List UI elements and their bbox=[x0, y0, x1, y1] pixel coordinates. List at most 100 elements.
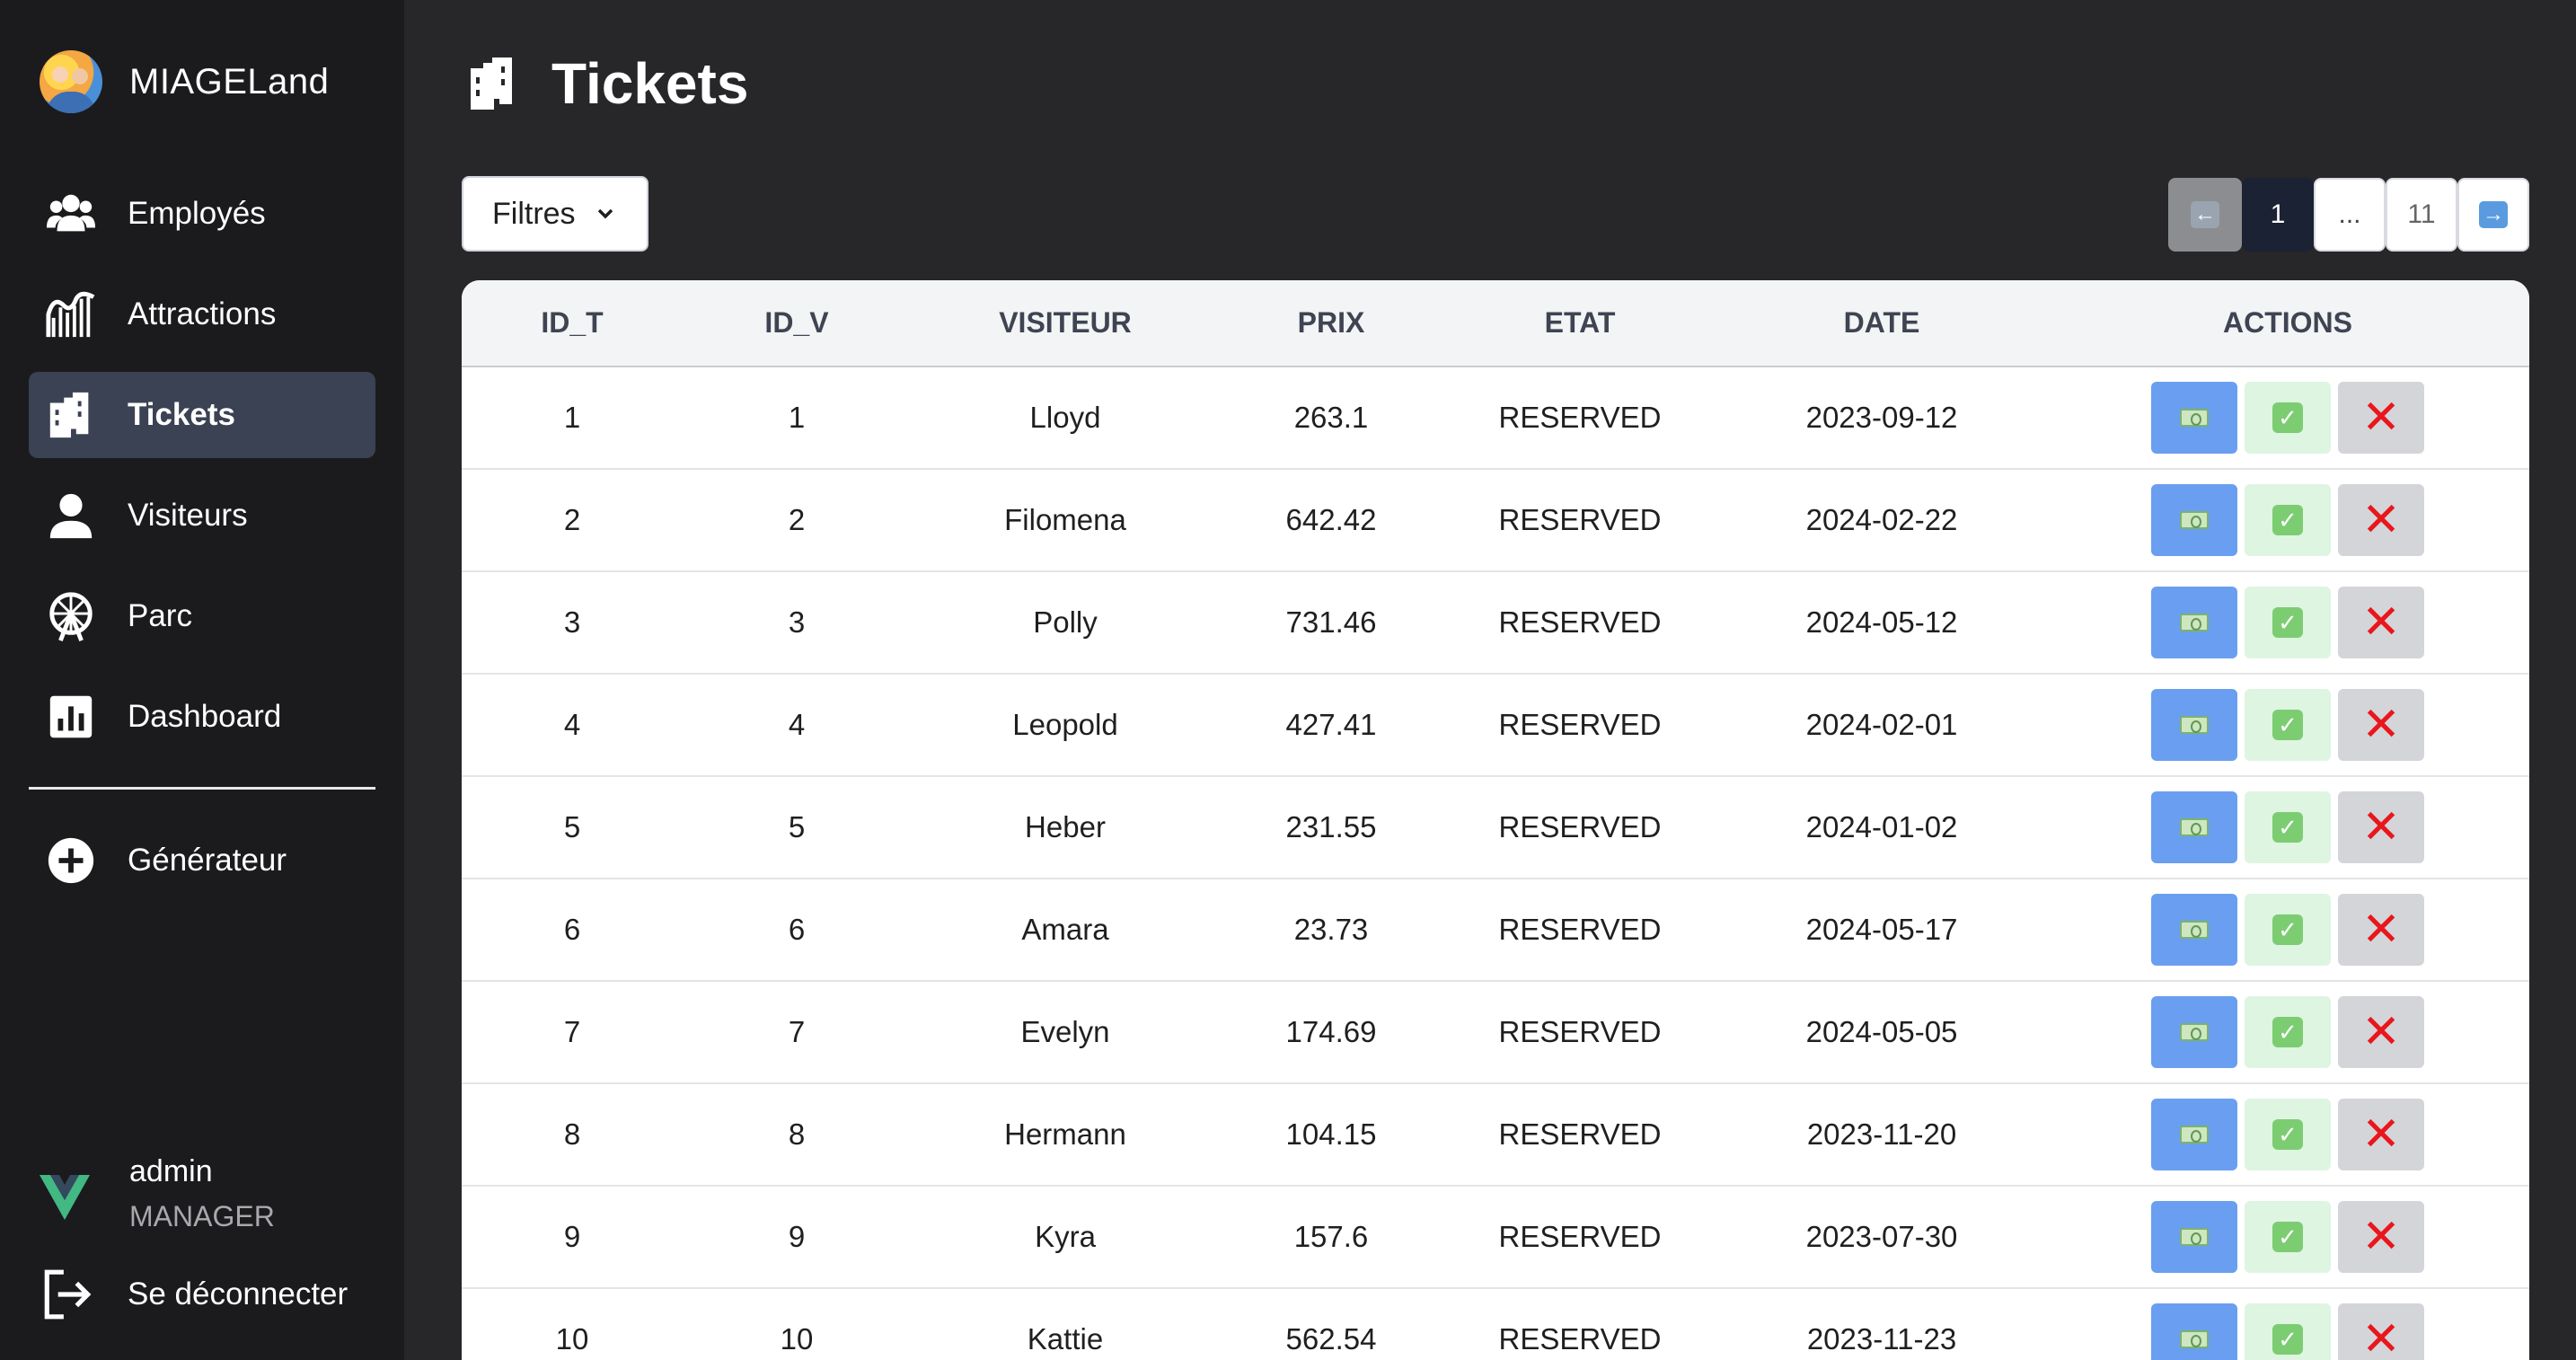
cell-date: 2024-02-22 bbox=[1805, 503, 1958, 536]
cell-prix: 562.54 bbox=[1285, 1322, 1377, 1356]
pay-button[interactable] bbox=[2151, 484, 2237, 556]
cell-visiteur: Filomena bbox=[1004, 503, 1126, 536]
brand-logo bbox=[40, 50, 102, 113]
close-icon: ✕ bbox=[2361, 392, 2401, 444]
cell-date: 2024-01-02 bbox=[1805, 810, 1958, 843]
cancel-button[interactable]: ✕ bbox=[2338, 484, 2424, 556]
cell-visiteur: Hermann bbox=[1004, 1117, 1126, 1151]
validate-button[interactable]: ✓ bbox=[2245, 587, 2331, 658]
validate-button[interactable]: ✓ bbox=[2245, 689, 2331, 761]
pay-button[interactable] bbox=[2151, 1201, 2237, 1273]
money-icon bbox=[2180, 511, 2209, 529]
pagination-page-current[interactable]: 1 bbox=[2242, 178, 2314, 252]
pay-button[interactable] bbox=[2151, 996, 2237, 1068]
cell-etat: RESERVED bbox=[1498, 401, 1662, 434]
logout-label: Se déconnecter bbox=[128, 1276, 348, 1311]
ferris-wheel-icon bbox=[43, 588, 99, 644]
cell-id-t: 1 bbox=[563, 401, 581, 434]
pay-button[interactable] bbox=[2151, 1099, 2237, 1170]
check-icon: ✓ bbox=[2272, 505, 2303, 535]
cell-date: 2024-05-12 bbox=[1805, 605, 1958, 639]
cancel-button[interactable]: ✕ bbox=[2338, 894, 2424, 966]
cancel-button[interactable]: ✕ bbox=[2338, 689, 2424, 761]
cell-visiteur: Kyra bbox=[1035, 1220, 1096, 1253]
sidebar-item-label: Dashboard bbox=[128, 699, 282, 734]
cell-visiteur: Leopold bbox=[1012, 708, 1118, 741]
close-icon: ✕ bbox=[2361, 1006, 2401, 1058]
validate-button[interactable]: ✓ bbox=[2245, 1099, 2331, 1170]
cell-actions: ✓ ✕ bbox=[2046, 674, 2529, 776]
sidebar-divider bbox=[29, 787, 375, 790]
cancel-button[interactable]: ✕ bbox=[2338, 1201, 2424, 1273]
pagination-next-button[interactable]: → bbox=[2457, 178, 2529, 252]
cell-id-v: 5 bbox=[788, 810, 806, 843]
table-row: 6 6 Amara 23.73 RESERVED 2024-05-17 ✓ ✕ bbox=[462, 879, 2529, 981]
validate-button[interactable]: ✓ bbox=[2245, 484, 2331, 556]
pagination-prev-button[interactable]: ← bbox=[2168, 178, 2242, 252]
cancel-button[interactable]: ✕ bbox=[2338, 1099, 2424, 1170]
cancel-button[interactable]: ✕ bbox=[2338, 791, 2424, 863]
cancel-button[interactable]: ✕ bbox=[2338, 996, 2424, 1068]
money-icon bbox=[2180, 1126, 2209, 1144]
cell-id-v: 9 bbox=[788, 1220, 806, 1253]
cell-prix: 427.41 bbox=[1285, 708, 1377, 741]
table-row: 2 2 Filomena 642.42 RESERVED 2024-02-22 ✓ ✕ bbox=[462, 469, 2529, 571]
pay-button[interactable] bbox=[2151, 894, 2237, 966]
cell-date: 2023-11-23 bbox=[1806, 1322, 1957, 1356]
validate-button[interactable]: ✓ bbox=[2245, 1201, 2331, 1273]
cell-prix: 23.73 bbox=[1293, 913, 1369, 946]
brand[interactable]: MIAGELand bbox=[40, 49, 329, 115]
table-row: 3 3 Polly 731.46 RESERVED 2024-05-12 ✓ ✕ bbox=[462, 571, 2529, 674]
sidebar-item-dashboard[interactable]: Dashboard bbox=[29, 674, 375, 760]
logout-icon bbox=[44, 1269, 92, 1320]
column-header-date: DATE bbox=[1843, 306, 1920, 339]
filter-dropdown[interactable]: Filtres bbox=[462, 176, 648, 252]
money-icon bbox=[2180, 921, 2209, 939]
check-icon: ✓ bbox=[2272, 812, 2303, 843]
cell-actions: ✓ ✕ bbox=[2046, 571, 2529, 674]
cell-id-t: 10 bbox=[555, 1322, 589, 1356]
cancel-button[interactable]: ✕ bbox=[2338, 382, 2424, 454]
validate-button[interactable]: ✓ bbox=[2245, 996, 2331, 1068]
validate-button[interactable]: ✓ bbox=[2245, 382, 2331, 454]
cell-prix: 263.1 bbox=[1293, 401, 1369, 434]
cancel-button[interactable]: ✕ bbox=[2338, 587, 2424, 658]
sidebar-item-visiteurs[interactable]: Visiteurs bbox=[29, 472, 375, 559]
sidebar-item-label: Tickets bbox=[128, 397, 235, 432]
sidebar-item-attractions[interactable]: Attractions bbox=[29, 271, 375, 358]
pay-button[interactable] bbox=[2151, 587, 2237, 658]
pagination-page-last[interactable]: 11 bbox=[2386, 178, 2457, 252]
sidebar-item-label: Employés bbox=[128, 196, 266, 231]
column-header-id-t: ID_T bbox=[541, 306, 604, 339]
cell-id-t: 3 bbox=[563, 605, 581, 639]
cell-id-t: 5 bbox=[563, 810, 581, 843]
pay-button[interactable] bbox=[2151, 1303, 2237, 1360]
validate-button[interactable]: ✓ bbox=[2245, 1303, 2331, 1360]
cancel-button[interactable]: ✕ bbox=[2338, 1303, 2424, 1360]
cell-id-t: 8 bbox=[563, 1117, 581, 1151]
cell-id-t: 7 bbox=[563, 1015, 581, 1048]
cell-id-v: 4 bbox=[788, 708, 806, 741]
pay-button[interactable] bbox=[2151, 689, 2237, 761]
pay-button[interactable] bbox=[2151, 791, 2237, 863]
cell-prix: 642.42 bbox=[1285, 503, 1377, 536]
table-row: 10 10 Kattie 562.54 RESERVED 2023-11-23 ✓ ✕ bbox=[462, 1288, 2529, 1360]
sidebar-item-employes[interactable]: Employés bbox=[29, 171, 375, 257]
sidebar-item-tickets[interactable]: Tickets bbox=[29, 372, 375, 458]
sidebar-item-generateur[interactable]: Générateur bbox=[29, 817, 375, 904]
ticket-icon bbox=[471, 57, 512, 110]
validate-button[interactable]: ✓ bbox=[2245, 791, 2331, 863]
table-row: 1 1 Lloyd 263.1 RESERVED 2023-09-12 ✓ ✕ bbox=[462, 366, 2529, 469]
rollercoaster-icon bbox=[43, 287, 99, 342]
pay-button[interactable] bbox=[2151, 382, 2237, 454]
money-icon bbox=[2180, 614, 2209, 631]
sidebar-item-parc[interactable]: Parc bbox=[29, 573, 375, 659]
validate-button[interactable]: ✓ bbox=[2245, 894, 2331, 966]
logout-button[interactable]: Se déconnecter bbox=[40, 1267, 348, 1322]
cell-date: 2023-11-20 bbox=[1806, 1117, 1957, 1151]
close-icon: ✕ bbox=[2361, 1313, 2401, 1360]
filter-label: Filtres bbox=[492, 196, 576, 231]
cell-visiteur: Evelyn bbox=[1020, 1015, 1110, 1048]
plus-circle-icon bbox=[43, 833, 99, 888]
cell-prix: 731.46 bbox=[1285, 605, 1377, 639]
